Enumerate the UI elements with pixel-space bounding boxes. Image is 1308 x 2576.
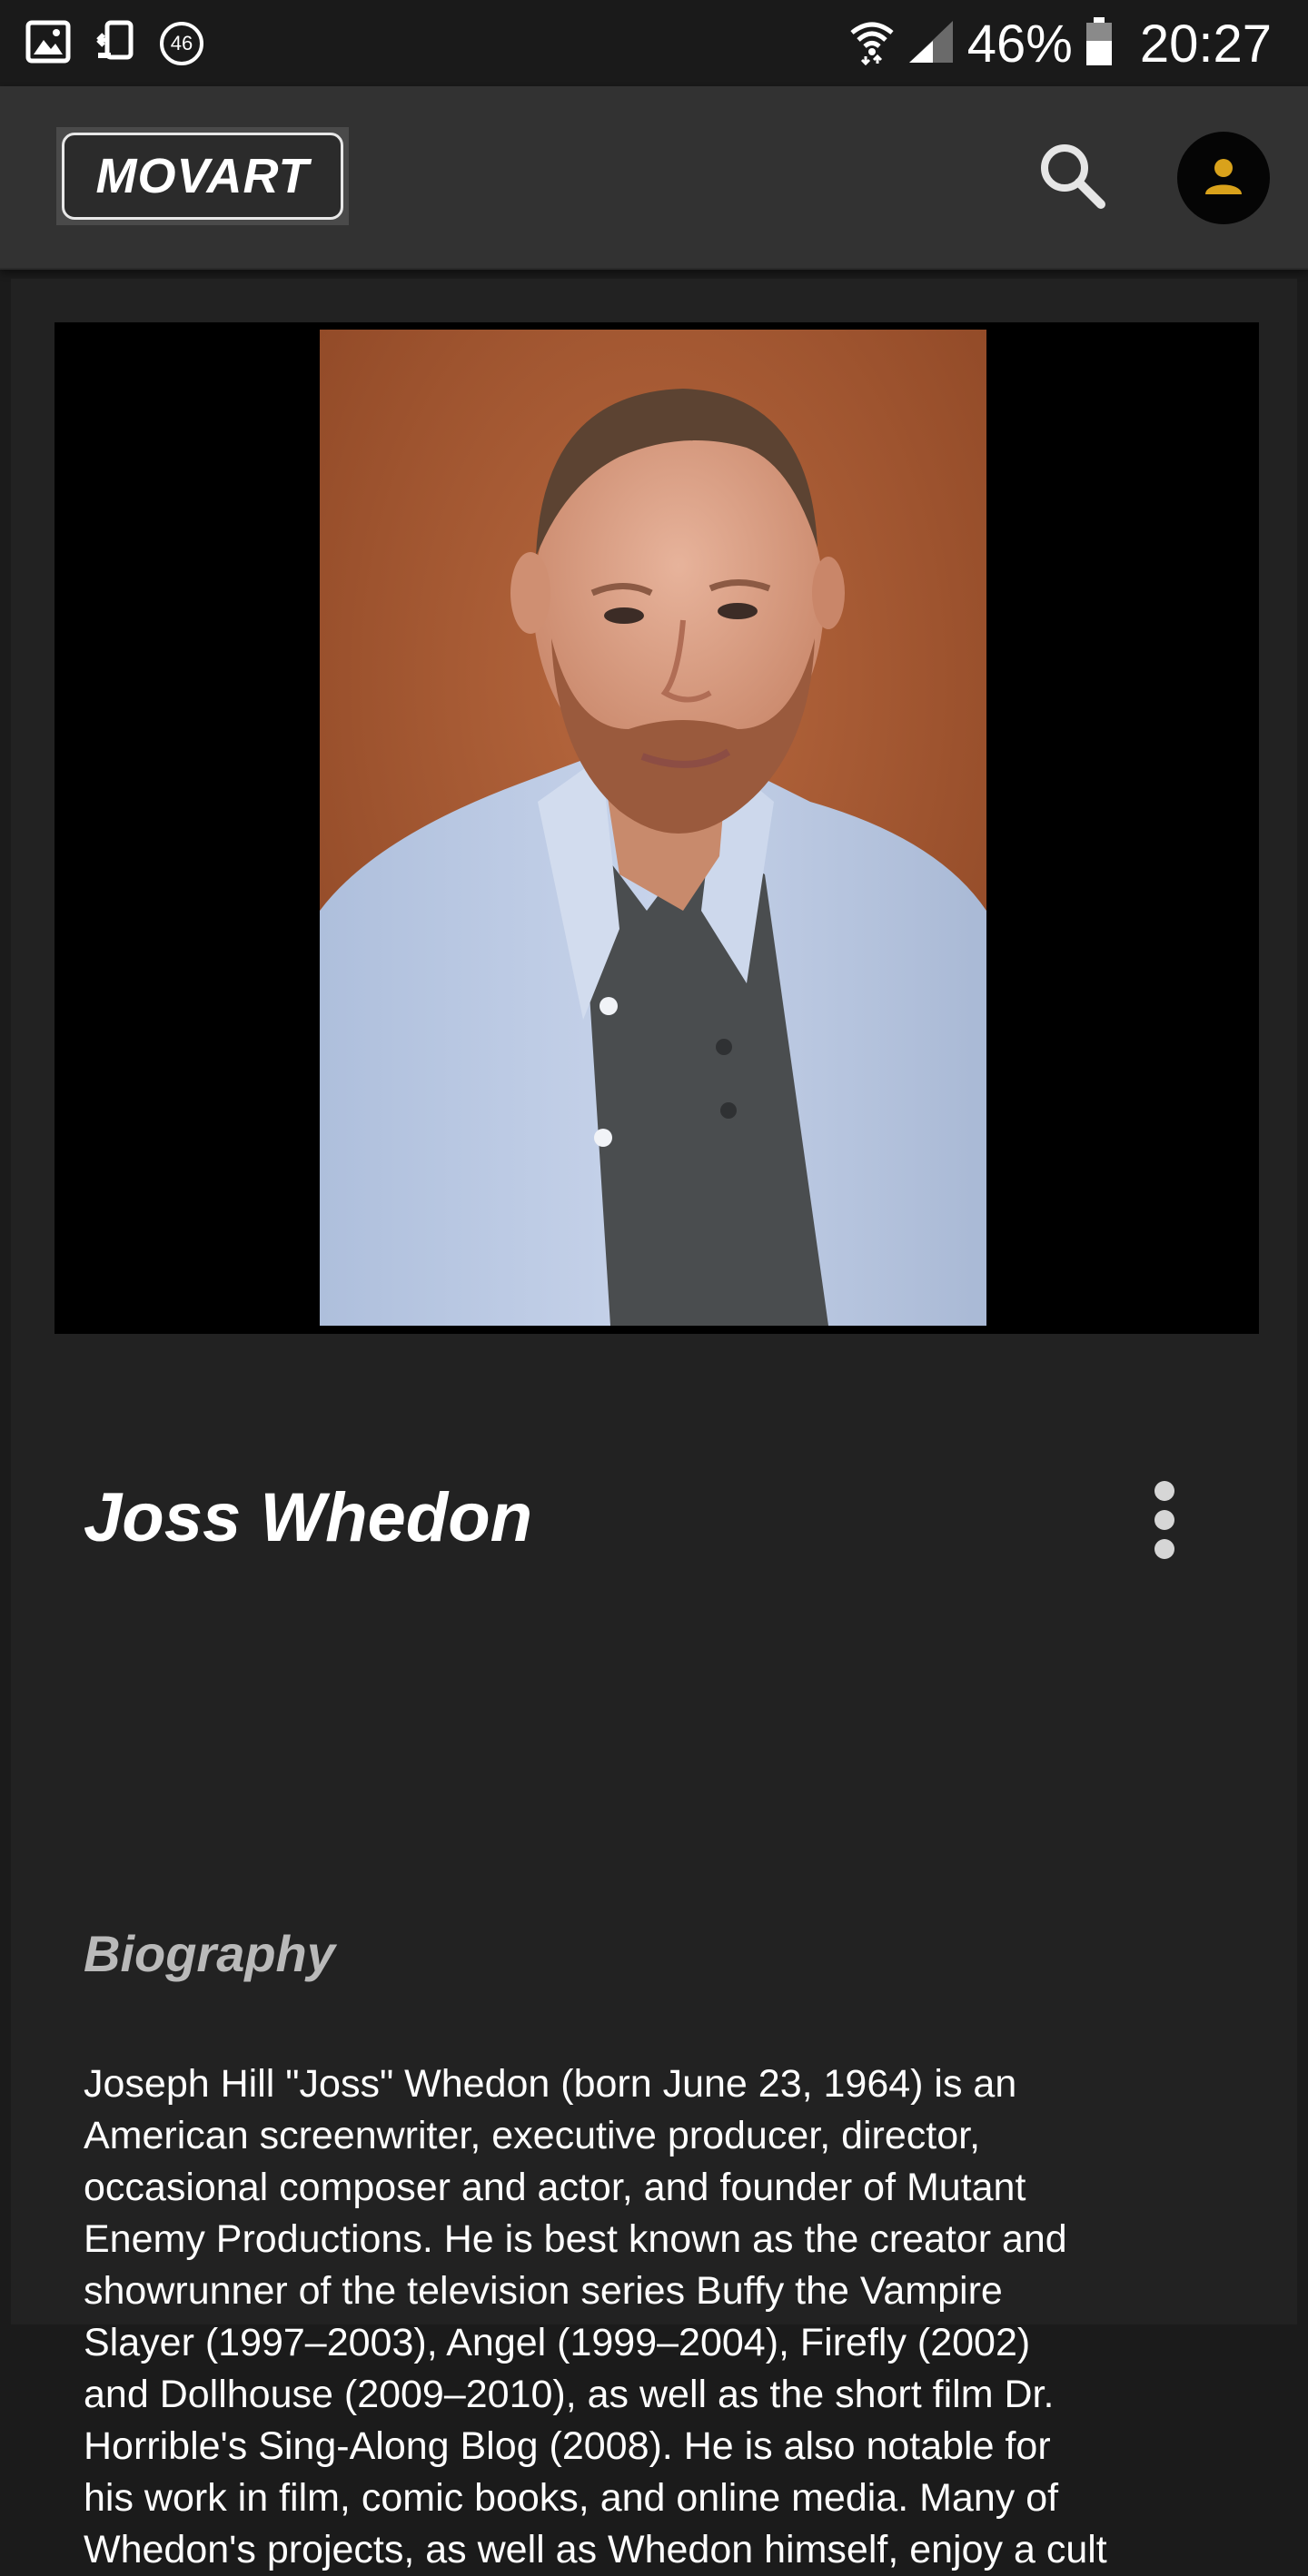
signal-icon <box>907 19 955 69</box>
more-options-button[interactable] <box>1133 1466 1196 1574</box>
person-icon <box>1204 156 1244 201</box>
person-name: Joss Whedon <box>84 1479 533 1556</box>
more-vert-icon <box>1154 1481 1174 1501</box>
person-detail-card: Joss Whedon Biography Joseph Hill "Joss"… <box>11 279 1297 2571</box>
bio-line: his work in film, comic books, and onlin… <box>84 2476 1059 2520</box>
bio-line: Whedon's projects, as well as Whedon him… <box>84 2528 1107 2571</box>
notification-count-icon: 46 <box>160 22 203 65</box>
bio-line: and Dollhouse (2009–2010), as well as th… <box>84 2373 1055 2416</box>
account-button[interactable] <box>1177 132 1270 224</box>
person-photo <box>320 330 986 1326</box>
bio-line: Slayer (1997–2003), Angel (1999–2004), F… <box>84 2321 1031 2364</box>
image-icon <box>25 20 71 68</box>
photo-frame <box>54 322 1259 1334</box>
status-bar-left: 46 <box>25 18 203 69</box>
bio-line: American screenwriter, executive produce… <box>84 2114 981 2157</box>
wifi-icon <box>849 18 895 70</box>
battery-percent: 46% <box>966 14 1073 74</box>
bio-line: Horrible's Sing-Along Blog (2008). He is… <box>84 2424 1051 2468</box>
app-logo: MOVART <box>62 133 343 220</box>
bio-line: showrunner of the television series Buff… <box>84 2269 1003 2313</box>
search-icon <box>1036 139 1108 216</box>
battery-icon <box>1085 16 1113 71</box>
biography-heading: Biography <box>84 1925 335 1982</box>
app-bar: MOVART <box>0 86 1308 270</box>
bio-line: occasional composer and actor, and found… <box>84 2166 1026 2209</box>
biography-text: Joseph Hill "Joss" Whedon (born June 23,… <box>84 2058 1255 2576</box>
search-button[interactable] <box>1031 136 1113 218</box>
bio-line: Enemy Productions. He is best known as t… <box>84 2217 1067 2261</box>
clock: 20:27 <box>1139 14 1272 74</box>
bio-line: Joseph Hill "Joss" Whedon (born June 23,… <box>84 2062 1017 2106</box>
screen-cast-icon <box>94 20 136 68</box>
status-bar: 46 46% 20:27 <box>0 0 1308 86</box>
logo-button[interactable]: MOVART <box>56 127 349 225</box>
name-row: Joss Whedon <box>84 1464 1228 1573</box>
status-bar-right: 46% 20:27 <box>849 11 1272 76</box>
